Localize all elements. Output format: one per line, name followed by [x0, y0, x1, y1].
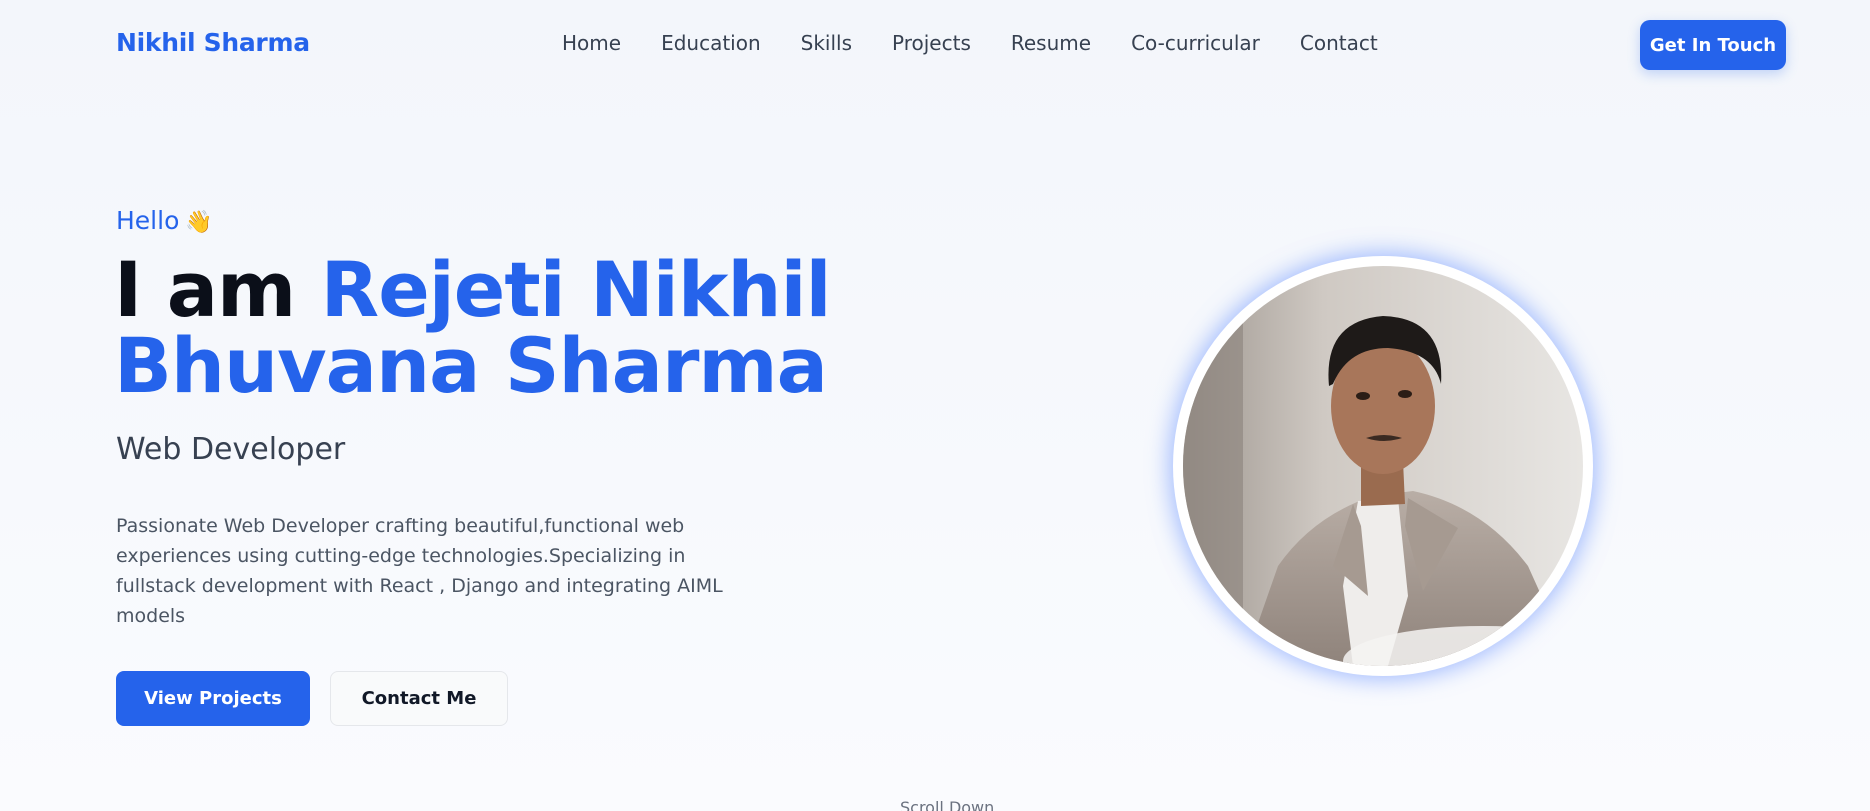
view-projects-button[interactable]: View Projects: [116, 671, 310, 726]
hero-role: Web Developer: [116, 432, 346, 467]
headline-name-line2: Bhuvana Sharma: [114, 321, 828, 410]
waving-hand-icon: 👋: [185, 210, 213, 235]
hero-description: Passionate Web Developer crafting beauti…: [116, 515, 723, 627]
greeting-text: Hello: [116, 206, 180, 235]
nav-link-home[interactable]: Home: [562, 31, 621, 55]
portfolio-page: Nikhil Sharma Home Education Skills Proj…: [0, 0, 1870, 811]
nav-link-projects[interactable]: Projects: [892, 31, 971, 55]
nav-link-co-curricular[interactable]: Co-curricular: [1131, 31, 1260, 55]
profile-photo-frame: [1173, 256, 1593, 676]
nav-links: Home Education Skills Projects Resume Co…: [562, 31, 1378, 55]
nav-link-resume[interactable]: Resume: [1011, 31, 1091, 55]
nav-link-skills[interactable]: Skills: [801, 31, 852, 55]
profile-photo-illustration: [1183, 266, 1583, 666]
hero-headline: I am Rejeti Nikhil Bhuvana Sharma: [114, 252, 874, 404]
nav-link-contact[interactable]: Contact: [1300, 31, 1378, 55]
profile-photo: [1183, 266, 1583, 666]
hero-greeting: Hello 👋: [116, 206, 213, 235]
contact-me-button[interactable]: Contact Me: [330, 671, 508, 726]
get-in-touch-button[interactable]: Get In Touch: [1640, 20, 1786, 70]
brand-logo[interactable]: Nikhil Sharma: [116, 28, 310, 57]
scroll-down-hint[interactable]: Scroll Down: [900, 798, 994, 811]
top-nav: Nikhil Sharma Home Education Skills Proj…: [0, 0, 1870, 90]
nav-link-education[interactable]: Education: [661, 31, 761, 55]
